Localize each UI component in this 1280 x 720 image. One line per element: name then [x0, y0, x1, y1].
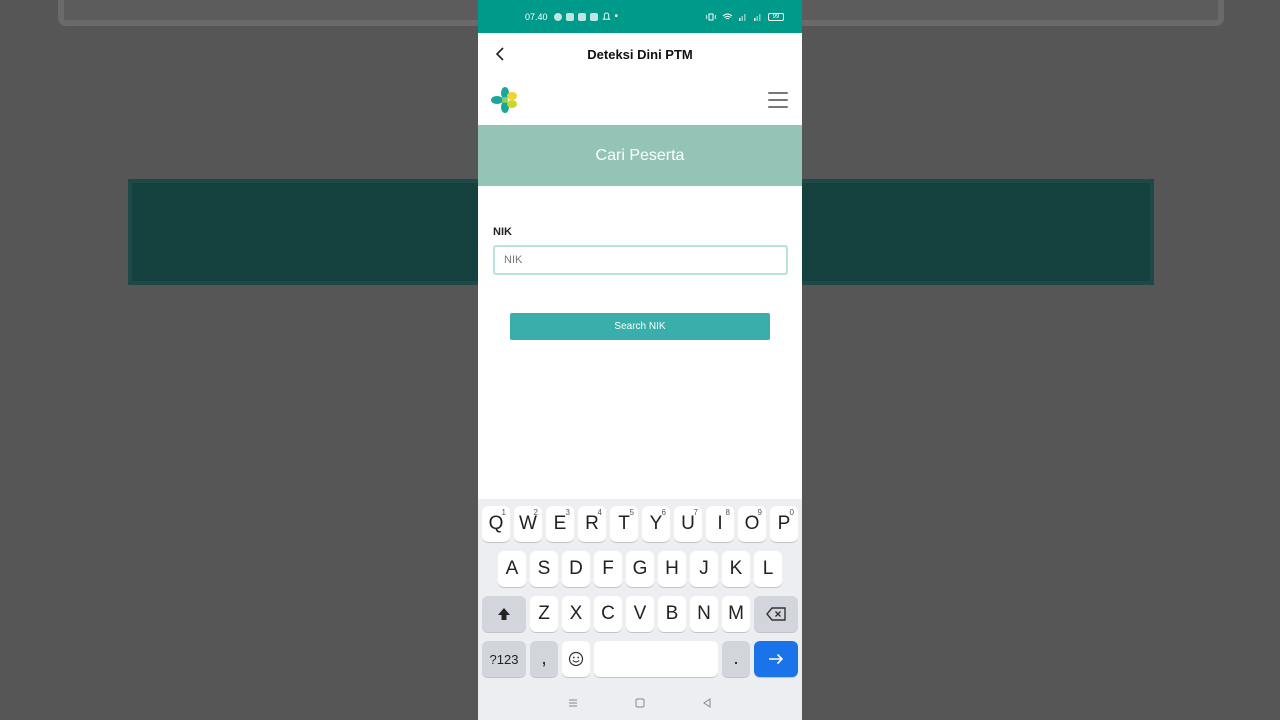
- space-key[interactable]: [594, 641, 718, 677]
- nik-label: NIK: [493, 226, 512, 238]
- key-t[interactable]: T5: [610, 506, 638, 542]
- key-d[interactable]: D: [562, 551, 590, 587]
- status-bar: 07.40 • 99: [478, 0, 802, 33]
- shift-arrow-icon: [498, 608, 510, 620]
- facebook-icon: [553, 12, 562, 21]
- app-bar: Deteksi Dini PTM: [478, 33, 802, 75]
- key-label: Y: [649, 513, 663, 534]
- back-triangle-icon[interactable]: [701, 697, 713, 709]
- key-m[interactable]: M: [722, 596, 750, 632]
- key-g[interactable]: G: [626, 551, 654, 587]
- backspace-key[interactable]: [754, 596, 798, 632]
- system-icons: 99: [705, 12, 784, 21]
- hamburger-menu-icon[interactable]: [768, 92, 788, 108]
- key-label: E: [553, 513, 567, 534]
- signal-2-icon: [754, 13, 761, 21]
- back-button[interactable]: [490, 44, 510, 64]
- key-label: P: [777, 513, 791, 534]
- key-k[interactable]: K: [722, 551, 750, 587]
- signal-icon: [739, 13, 746, 21]
- key-u[interactable]: U7: [674, 506, 702, 542]
- nik-input[interactable]: [493, 245, 788, 275]
- app-notification-icon: [565, 12, 574, 21]
- home-icon[interactable]: [634, 697, 646, 709]
- enter-key[interactable]: [754, 641, 798, 677]
- keyboard-row-3: ZXCVBNM: [478, 596, 802, 632]
- search-form: NIK Search NIK: [478, 186, 802, 340]
- key-hint: 1: [501, 508, 506, 517]
- key-q[interactable]: Q1: [482, 506, 510, 542]
- key-z[interactable]: Z: [530, 596, 558, 632]
- wifi-icon: [722, 13, 733, 19]
- key-hint: 6: [661, 508, 666, 517]
- battery-icon: 99: [768, 12, 784, 21]
- key-y[interactable]: Y6: [642, 506, 670, 542]
- key-n[interactable]: N: [690, 596, 718, 632]
- notification-icons: •: [553, 11, 619, 22]
- symbols-key[interactable]: ?123: [482, 641, 526, 677]
- key-i[interactable]: I8: [706, 506, 734, 542]
- keyboard-row-4: ?123 , .: [478, 641, 802, 677]
- key-label: I: [717, 513, 723, 534]
- message-icon: [577, 12, 586, 21]
- key-p[interactable]: P0: [770, 506, 798, 542]
- key-a[interactable]: A: [498, 551, 526, 587]
- key-b[interactable]: B: [658, 596, 686, 632]
- key-j[interactable]: J: [690, 551, 718, 587]
- key-l[interactable]: L: [754, 551, 782, 587]
- more-dot-icon: •: [614, 11, 619, 22]
- key-f[interactable]: F: [594, 551, 622, 587]
- kemenkes-logo-icon[interactable]: [490, 85, 520, 115]
- key-hint: 2: [533, 508, 538, 517]
- comma-key[interactable]: ,: [530, 641, 558, 677]
- key-hint: 8: [725, 508, 730, 517]
- key-x[interactable]: X: [562, 596, 590, 632]
- key-hint: 7: [693, 508, 698, 517]
- key-w[interactable]: W2: [514, 506, 542, 542]
- shift-key[interactable]: [482, 596, 526, 632]
- banner-title: Cari Peserta: [595, 146, 685, 164]
- search-banner: Cari Peserta: [478, 125, 802, 186]
- key-hint: 0: [789, 508, 794, 517]
- key-hint: 4: [597, 508, 602, 517]
- vibrate-icon: [705, 13, 717, 20]
- search-nik-button[interactable]: Search NIK: [510, 313, 770, 340]
- status-time: 07.40: [525, 11, 548, 22]
- keyboard-row-2: ASDFGHJKL: [478, 551, 802, 587]
- key-hint: 3: [565, 508, 570, 517]
- emoji-key[interactable]: [562, 641, 590, 677]
- key-r[interactable]: R4: [578, 506, 606, 542]
- chevron-left-icon: [495, 47, 504, 61]
- on-screen-keyboard: Q1W2E3R4T5Y6U7I8O9P0 ASDFGHJKL ZXCVBNM ?…: [478, 499, 802, 720]
- key-o[interactable]: O9: [738, 506, 766, 542]
- web-header: [478, 75, 802, 125]
- backspace-icon: [766, 607, 786, 621]
- period-key[interactable]: .: [722, 641, 750, 677]
- key-hint: 9: [757, 508, 762, 517]
- gallery-icon: [589, 12, 598, 21]
- key-h[interactable]: H: [658, 551, 686, 587]
- key-label: T: [618, 513, 630, 534]
- key-s[interactable]: S: [530, 551, 558, 587]
- key-e[interactable]: E3: [546, 506, 574, 542]
- key-c[interactable]: C: [594, 596, 622, 632]
- system-nav-bar: [478, 686, 802, 720]
- key-v[interactable]: V: [626, 596, 654, 632]
- keyboard-row-1: Q1W2E3R4T5Y6U7I8O9P0: [478, 506, 802, 542]
- bell-icon: [601, 12, 611, 20]
- arrow-right-icon: [769, 653, 784, 665]
- phone-screen: 07.40 • 99 Deteksi Dini PTM Cari Peserta…: [478, 0, 802, 720]
- page-title: Deteksi Dini PTM: [587, 46, 693, 62]
- recent-apps-icon[interactable]: [567, 698, 579, 708]
- emoji-icon: [568, 651, 584, 667]
- key-hint: 5: [629, 508, 634, 517]
